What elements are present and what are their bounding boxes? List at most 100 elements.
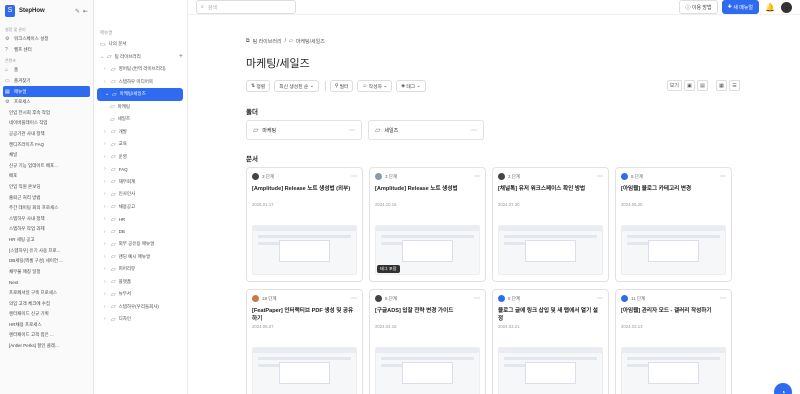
more-icon[interactable]: ⋯	[474, 173, 480, 180]
sidebar-sub-item[interactable]: 주간 데이팅 회의 프로세스	[0, 203, 93, 214]
tree-item[interactable]: › ▱ 인사인사	[94, 188, 187, 201]
tree-item[interactable]: ⌄ ▱ 마케팅/세일즈	[97, 88, 183, 101]
sidebar-nav-item[interactable]: ▤ 매뉴얼	[3, 86, 90, 97]
tree-item[interactable]: › ▱ 스텝하우 미디어북	[94, 76, 187, 89]
add-folder-icon[interactable]: +	[179, 53, 183, 60]
tree-item[interactable]: › ▱ 디자인	[94, 313, 187, 326]
sidebar-sub-item[interactable]: DB세팅(엑셀 구성) 세이언 ...	[0, 256, 93, 267]
tree-item[interactable]: › ▱ DB	[94, 226, 187, 239]
more-icon[interactable]: ⋯	[471, 127, 477, 134]
chevron-right-icon[interactable]: ›	[104, 304, 109, 310]
sidebar-sub-item[interactable]: 의입 고객 체크에 수집	[0, 298, 93, 309]
doc-card[interactable]: 3 단계 ⋯ [Amplitude] Release 노트 생성법 (외부) 20…	[246, 167, 363, 282]
sidebar-sub-item[interactable]: HR채용 프로세스	[0, 319, 93, 330]
tree-item[interactable]: › ▱ 개발	[94, 126, 187, 139]
chevron-right-icon[interactable]: ›	[104, 79, 109, 85]
tree-item[interactable]: ▱ 세일즈	[94, 113, 187, 126]
sidebar-sub-item[interactable]: [스텝하우] 유기 사용 프로...	[0, 245, 93, 256]
doc-card[interactable]: 18 단계 ⋯ [FeatPaper] 인터랙티브 PDF 생성 및 공유하기 2…	[246, 289, 363, 394]
sidebar-sub-item[interactable]: 배포	[0, 171, 93, 182]
more-icon[interactable]: ⋯	[351, 173, 357, 180]
sidebar-sub-item[interactable]: [Antler Perks] 할인 클레...	[0, 341, 93, 352]
breadcrumb-root[interactable]: 팀 라이브러리	[253, 38, 282, 45]
chevron-right-icon[interactable]: ›	[104, 154, 109, 160]
chevron-right-icon[interactable]: ›	[104, 204, 109, 210]
filter-button[interactable]: ⚲ 필터	[329, 80, 354, 92]
search-input[interactable]: ⌕ 검색	[196, 0, 296, 14]
more-icon[interactable]: ⋯	[474, 295, 480, 302]
sidebar-item-top[interactable]: ⚙ 워크스페이스 설정	[0, 34, 93, 45]
sidebar-sub-item[interactable]: 채무불 매칭 일정	[0, 266, 93, 277]
text-view-icon[interactable]: ▤	[697, 80, 708, 91]
doc-card[interactable]: 8 단계 ⋯ [아임웹] 블로그 카테고리 변경 2024.06.25	[615, 167, 732, 282]
tree-item[interactable]: ▱ 마케팅	[94, 101, 187, 114]
image-view-icon[interactable]: ▣	[684, 80, 695, 91]
tag-filter[interactable]: ◈ 태그 ⌄	[396, 80, 426, 92]
tree-item[interactable]: › ▱ 재무회계	[94, 176, 187, 189]
sidebar-sub-item[interactable]: 채널	[0, 150, 93, 161]
sidebar-sub-item[interactable]: 네이버플레이스 작업	[0, 118, 93, 129]
guide-button[interactable]: ⓘ 이용 방법	[679, 0, 718, 14]
collapse-sidebar-icon[interactable]: ⇤	[83, 8, 88, 15]
author-filter[interactable]: ☺ 작성자 ⌄	[357, 80, 393, 92]
folder-card[interactable]: ▱ 세일즈 ⋯	[368, 120, 484, 140]
chevron-right-icon[interactable]: ›	[104, 316, 109, 322]
list-view-icon[interactable]: ☰	[729, 80, 740, 91]
chevron-right-icon[interactable]: ›	[104, 191, 109, 197]
chevron-right-icon[interactable]: ›	[104, 66, 109, 72]
chevron-down-icon[interactable]: ⌄	[105, 91, 110, 97]
grid-view-icon[interactable]: ▦	[716, 80, 727, 91]
chevron-right-icon[interactable]: ›	[104, 279, 109, 285]
tree-item-team-library[interactable]: ⌄ ▱ 팀 라이브러리 +	[94, 51, 187, 64]
more-icon[interactable]: ⋯	[351, 295, 357, 302]
doc-card[interactable]: 2 단계 ⋯ [채널톡] 유저 워크스페이스 확인 방법 2024.07.30	[492, 167, 609, 282]
doc-card[interactable]: 3 단계 ⋯ [Amplitude] Release 노트 생성법 2024.10…	[369, 167, 486, 282]
tree-item[interactable]: › ▱ 플랫폼	[94, 276, 187, 289]
chevron-right-icon[interactable]: ›	[104, 291, 109, 297]
tree-item[interactable]: › ▱ FAQ	[94, 163, 187, 176]
chevron-right-icon[interactable]: ›	[104, 179, 109, 185]
sidebar-nav-item[interactable]: ⚙ 프로세스	[0, 97, 93, 108]
tree-item[interactable]: › ▱ 외부 공유용 매뉴얼	[94, 238, 187, 251]
more-icon[interactable]: ⋯	[720, 295, 726, 302]
doc-card[interactable]: 5 단계 ⋯ 블로그 글에 링크 삽입 및 새 탭에서 열기 설정 2024.03…	[492, 289, 609, 394]
sidebar-sub-item[interactable]: 스텝하우 작업 과제	[0, 224, 93, 235]
more-icon[interactable]: ⋯	[597, 173, 603, 180]
chevron-right-icon[interactable]: ›	[104, 241, 109, 247]
sidebar-nav-item[interactable]: ⌂ 홈	[0, 65, 93, 76]
sidebar-edit-icon[interactable]: ✎	[75, 8, 80, 15]
chevron-right-icon[interactable]: ›	[104, 141, 109, 147]
sidebar-sub-item[interactable]: 렌터패이드 고객 접은 ...	[0, 330, 93, 341]
sidebar-sub-item[interactable]: 인입 직원 온보딩	[0, 182, 93, 193]
tree-item[interactable]: › ▱ 뉴무서	[94, 288, 187, 301]
chevron-right-icon[interactable]: ›	[104, 129, 109, 135]
sidebar-sub-item[interactable]: 신규 기능 업데이트 배포...	[0, 161, 93, 172]
more-icon[interactable]: ⋯	[349, 127, 355, 134]
sidebar-sub-item[interactable]: 프로페셔널 구축 프로세스	[0, 288, 93, 299]
avatar[interactable]	[781, 1, 792, 13]
sidebar-sub-item[interactable]: 공공기관 사내 정책	[0, 129, 93, 140]
tree-item[interactable]: › ▱ 채용공고	[94, 201, 187, 214]
sidebar-sub-item[interactable]: 출퇴근 처리 방법	[0, 192, 93, 203]
sidebar-sub-item[interactable]: 렌터패이드 신규 기획	[0, 309, 93, 320]
sidebar-sub-item[interactable]: 인입 전시회 후속 작업	[0, 108, 93, 119]
sidebar-nav-item[interactable]: ▭ 즐겨찾기	[0, 76, 93, 87]
sidebar-sub-item[interactable]: 캔디즈라이즈 FAQ	[0, 139, 93, 150]
chevron-right-icon[interactable]: ›	[104, 166, 109, 172]
tree-item[interactable]: › ▱ 교육	[94, 138, 187, 151]
chevron-right-icon[interactable]: ›	[104, 254, 109, 260]
more-icon[interactable]: ⋯	[597, 295, 603, 302]
tree-item[interactable]: › ▱ 랜딩 예시 매뉴얼	[94, 251, 187, 264]
tree-item[interactable]: › ▱ HR	[94, 213, 187, 226]
chat-support-icon[interactable]: ◔	[774, 383, 792, 394]
chevron-right-icon[interactable]: ›	[104, 229, 109, 235]
tree-item-my-docs[interactable]: ▭ 나의 문서	[94, 38, 187, 51]
tree-item[interactable]: › ▱ 스텝하우(우리들회사)	[94, 301, 187, 314]
new-manual-button[interactable]: ✚ 새 매뉴얼	[721, 0, 760, 14]
tree-item[interactable]: › ▱ 피어리뷰	[94, 263, 187, 276]
chevron-right-icon[interactable]: ›	[104, 266, 109, 272]
sidebar-sub-item[interactable]: HR 세팅 공고	[0, 235, 93, 246]
chevron-right-icon[interactable]: ›	[104, 216, 109, 222]
notification-bell-icon[interactable]: 🔔	[765, 3, 775, 12]
sort-dropdown[interactable]: 최신 생성된 순 ⌄	[274, 80, 319, 92]
